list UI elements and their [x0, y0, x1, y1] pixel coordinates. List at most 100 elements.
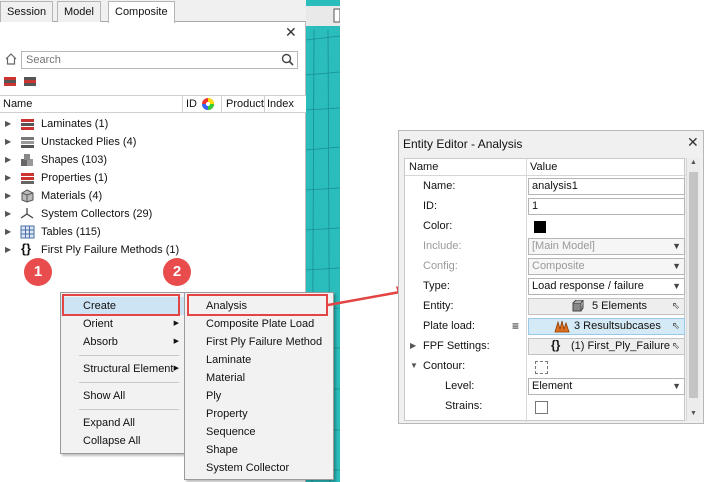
menu-item-collapse-all[interactable]: Collapse All: [61, 432, 184, 450]
menu-item-absorb[interactable]: Absorb ▶: [61, 333, 184, 351]
id-field[interactable]: 1: [528, 198, 685, 215]
menu-item-orient[interactable]: Orient ▶: [61, 315, 184, 333]
submenu-item-system-collector[interactable]: System Collector: [185, 459, 333, 477]
menu-item-show-all[interactable]: Show All: [61, 387, 184, 405]
expand-arrow-icon[interactable]: ▶: [410, 341, 416, 350]
submenu-item-material[interactable]: Material: [185, 369, 333, 387]
fpf-settings-value: (1) First_Ply_Failure: [571, 340, 671, 352]
chevron-down-icon: ▼: [672, 381, 681, 391]
menu-label: Expand All: [83, 417, 135, 429]
col-product[interactable]: Product: [226, 98, 264, 110]
menu-item-structural-element[interactable]: Structural Element ▶: [61, 360, 184, 378]
home-icon[interactable]: [4, 52, 18, 66]
tree-item-system-collectors[interactable]: ▶ System Collectors (29): [0, 205, 300, 223]
type-value: Load response / failure: [532, 280, 644, 292]
element-cube-icon: [572, 299, 584, 317]
collapse-arrow-icon[interactable]: ▼: [410, 361, 418, 370]
color-swatch[interactable]: [534, 221, 546, 233]
menu-separator: [79, 355, 179, 356]
row-contour: ▼ Contour:: [405, 357, 686, 377]
type-select[interactable]: Load response / failure ▼: [528, 278, 685, 295]
field-label: Contour:: [423, 360, 466, 372]
color-wheel-icon[interactable]: [201, 97, 215, 114]
entity-selector[interactable]: 5 Elements ⇖: [528, 298, 685, 315]
menu-label: Collapse All: [83, 435, 141, 447]
tree-label: Tables (115): [41, 226, 101, 238]
scroll-up-icon[interactable]: ▲: [690, 159, 697, 166]
tree-label: Shapes (103): [41, 154, 108, 166]
tree-item-first-ply-failure[interactable]: ▶ {} First Ply Failure Methods (1): [0, 241, 300, 259]
tree-item-properties[interactable]: ▶ Properties (1): [0, 169, 300, 187]
vertical-scrollbar[interactable]: ▲ ▼: [686, 158, 700, 421]
col-id[interactable]: ID: [186, 98, 197, 110]
grid-header: Name Value: [405, 159, 686, 176]
expand-arrow-icon[interactable]: ▶: [5, 187, 11, 205]
tree-label: Properties (1): [41, 172, 108, 184]
chevron-down-icon: ▼: [672, 241, 681, 251]
tree-item-unstacked-plies[interactable]: ▶ Unstacked Plies (4): [0, 133, 300, 151]
search-box[interactable]: [21, 51, 298, 69]
contour-checkbox[interactable]: [535, 361, 548, 374]
entity-editor-panel: Entity Editor - Analysis ✕ Name Value Na…: [398, 130, 704, 424]
search-icon[interactable]: [281, 53, 294, 69]
close-icon[interactable]: ✕: [687, 134, 699, 151]
level-select[interactable]: Element ▼: [528, 378, 685, 395]
curly-braces-icon: {}: [21, 241, 32, 256]
include-select[interactable]: [Main Model] ▼: [528, 238, 685, 255]
menu-label: Show All: [83, 390, 126, 402]
col-value[interactable]: Value: [530, 161, 557, 173]
config-select[interactable]: Composite ▼: [528, 258, 685, 275]
tree-item-shapes[interactable]: ▶ Shapes (103): [0, 151, 300, 169]
expand-arrow-icon[interactable]: ▶: [5, 115, 11, 133]
tab-composite[interactable]: Composite: [108, 1, 175, 23]
col-name[interactable]: Name: [3, 98, 32, 110]
list-icon[interactable]: ≡: [512, 319, 519, 333]
tables-icon: [20, 225, 35, 239]
submenu-item-composite-plate-load[interactable]: Composite Plate Load: [185, 315, 333, 333]
pick-cursor-icon: ⇖: [671, 321, 680, 332]
col-index[interactable]: Index: [267, 98, 294, 110]
expand-arrow-icon[interactable]: ▶: [5, 205, 11, 223]
callout-1: 1: [24, 258, 52, 286]
expand-arrow-icon[interactable]: ▶: [5, 241, 11, 259]
expand-arrow-icon[interactable]: ▶: [5, 169, 11, 187]
col-name[interactable]: Name: [409, 161, 438, 173]
tab-model[interactable]: Model: [57, 1, 101, 22]
close-icon[interactable]: ✕: [285, 24, 297, 41]
field-label: Name:: [423, 180, 456, 192]
field-label: Strains:: [445, 400, 483, 412]
fpf-settings-selector[interactable]: {} (1) First_Ply_Failure ⇖: [528, 338, 685, 355]
pick-cursor-icon: ⇖: [671, 341, 680, 352]
laminate-tool-icon[interactable]: [3, 74, 18, 88]
row-fpf-settings: ▶ FPF Settings: {} (1) First_Ply_Failure…: [405, 337, 686, 357]
plate-load-selector[interactable]: 3 Resultsubcases ⇖: [528, 318, 685, 335]
ply-tool-icon[interactable]: [23, 74, 38, 88]
column-header: Name ID Product Index: [0, 95, 306, 113]
menu-label: Structural Element: [83, 363, 174, 375]
scrollbar-thumb[interactable]: [689, 172, 698, 398]
submenu-item-sequence[interactable]: Sequence: [185, 423, 333, 441]
submenu-item-first-ply-failure-method[interactable]: First Ply Failure Method: [185, 333, 333, 351]
tab-session[interactable]: Session: [0, 1, 54, 22]
expand-arrow-icon[interactable]: ▶: [5, 151, 11, 169]
field-label: FPF Settings:: [423, 340, 490, 352]
scroll-down-icon[interactable]: ▼: [690, 410, 697, 417]
field-label: Include:: [423, 240, 462, 252]
expand-arrow-icon[interactable]: ▶: [5, 133, 11, 151]
menu-item-expand-all[interactable]: Expand All: [61, 414, 184, 432]
expand-arrow-icon[interactable]: ▶: [5, 223, 11, 241]
tree-item-materials[interactable]: ▶ Materials (4): [0, 187, 300, 205]
submenu-item-ply[interactable]: Ply: [185, 387, 333, 405]
tree-item-laminates[interactable]: ▶ Laminates (1): [0, 115, 300, 133]
strains-checkbox[interactable]: [535, 401, 548, 414]
field-label: Config:: [423, 260, 458, 272]
search-input[interactable]: [22, 52, 277, 68]
submenu-item-property[interactable]: Property: [185, 405, 333, 423]
name-field[interactable]: analysis1: [528, 178, 685, 195]
field-label: Entity:: [423, 300, 454, 312]
submenu-item-shape[interactable]: Shape: [185, 441, 333, 459]
tree-item-tables[interactable]: ▶ Tables (115): [0, 223, 300, 241]
tree-label: First Ply Failure Methods (1): [41, 244, 180, 256]
field-label: Type:: [423, 280, 450, 292]
submenu-item-laminate[interactable]: Laminate: [185, 351, 333, 369]
